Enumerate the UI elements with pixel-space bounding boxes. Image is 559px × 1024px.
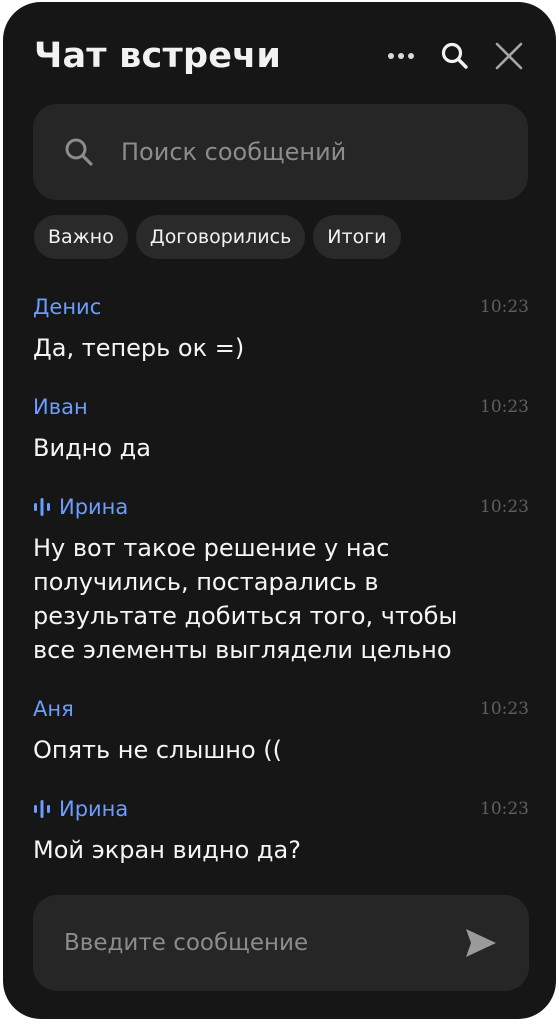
- message-time: 10:23: [480, 497, 529, 517]
- speaking-icon: [34, 498, 50, 516]
- message-list: Денис 10:23 Да, теперь ок =) Иван 10:23 …: [33, 287, 529, 889]
- list-item: Ирина 10:23 Ну вот такое решение у нас п…: [33, 487, 529, 689]
- filter-chips: Важно Договорились Итоги: [34, 215, 401, 259]
- message-text: Опять не слышно ((: [33, 736, 283, 764]
- chip-summary[interactable]: Итоги: [313, 215, 401, 259]
- message-text: Да, теперь ок =): [33, 334, 245, 362]
- message-text: Видно да: [33, 434, 151, 462]
- close-icon: [495, 42, 523, 70]
- message-time: 10:23: [480, 699, 529, 719]
- message-author: Аня: [33, 697, 74, 721]
- speaking-icon: [34, 800, 50, 818]
- message-composer: [33, 895, 529, 991]
- message-author: Ирина: [59, 797, 129, 821]
- page-title: Чат встречи: [34, 36, 282, 76]
- message-text: Ну вот такое решение у нас получились, п…: [33, 534, 458, 664]
- chip-agreed[interactable]: Договорились: [135, 215, 306, 259]
- chip-important[interactable]: Важно: [34, 215, 128, 259]
- send-icon: [466, 929, 496, 957]
- search-icon: [441, 42, 468, 69]
- more-button[interactable]: [382, 37, 420, 75]
- list-item: Аня 10:23 Опять не слышно ((: [33, 689, 529, 789]
- send-button[interactable]: [461, 923, 501, 963]
- message-time: 10:23: [480, 799, 529, 819]
- message-author-row: Ирина: [33, 797, 480, 821]
- more-icon: [388, 53, 414, 59]
- search-icon: [65, 138, 93, 166]
- message-author: Денис: [33, 295, 102, 319]
- message-time: 10:23: [480, 397, 529, 417]
- meeting-chat-panel: Чат встречи Важно: [3, 2, 556, 1019]
- message-author: Иван: [33, 395, 88, 419]
- message-search: [33, 104, 528, 200]
- header: Чат встречи: [34, 30, 528, 82]
- message-text: Мой экран видно да?: [33, 836, 301, 864]
- message-time: 10:23: [480, 297, 529, 317]
- list-item: Ирина 10:23 Мой экран видно да?: [33, 789, 529, 889]
- message-input[interactable]: [62, 929, 461, 957]
- message-author-row: Ирина: [33, 495, 480, 519]
- search-input[interactable]: [119, 137, 479, 167]
- message-author: Ирина: [59, 495, 129, 519]
- list-item: Денис 10:23 Да, теперь ок =): [33, 287, 529, 387]
- search-button[interactable]: [436, 37, 474, 75]
- list-item: Иван 10:23 Видно да: [33, 387, 529, 487]
- close-button[interactable]: [490, 37, 528, 75]
